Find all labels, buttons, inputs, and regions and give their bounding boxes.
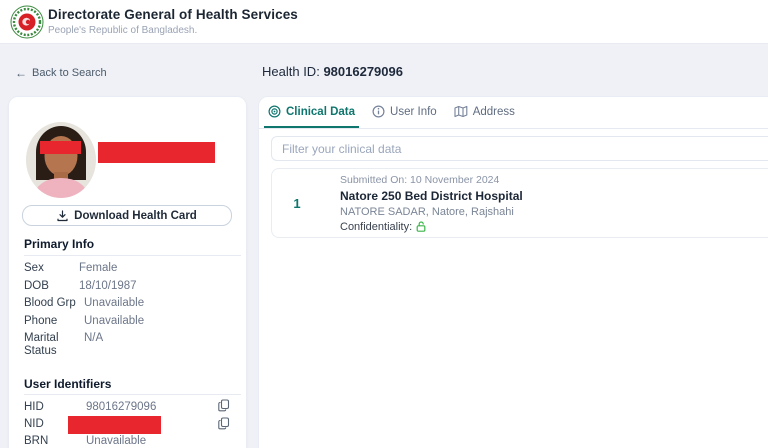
info-label: Blood Grp (24, 297, 82, 310)
target-icon (268, 105, 281, 118)
record-number: 1 (272, 196, 322, 211)
clinical-record-card[interactable]: 1 Submitted On: 10 November 2024 Natore … (271, 168, 768, 238)
page-subtitle: People's Republic of Bangladesh. (48, 25, 197, 36)
info-value: Unavailable (84, 315, 144, 328)
info-label: Sex (24, 262, 74, 275)
info-label: HID (24, 401, 74, 414)
info-value: Female (79, 262, 117, 275)
info-icon (372, 105, 385, 118)
record-confidentiality: Confidentiality: (340, 221, 523, 233)
confidentiality-label: Confidentiality: (340, 221, 412, 233)
tab-label: Address (473, 106, 515, 118)
back-arrow-icon: ← (15, 66, 27, 80)
info-label: Marital Status (24, 332, 70, 358)
copy-hid-button[interactable] (217, 399, 231, 413)
download-health-card-button[interactable]: Download Health Card (22, 205, 232, 226)
tab-user-info[interactable]: User Info (368, 97, 441, 128)
clinical-data-filter-input[interactable] (271, 136, 768, 161)
patient-photo (26, 122, 96, 198)
record-submitted-on: Submitted On: 10 November 2024 (340, 174, 523, 186)
record-facility-name: Natore 250 Bed District Hospital (340, 189, 523, 203)
main-content-panel: Clinical Data User Info Address 1 Submit… (258, 96, 768, 448)
info-row-marital-status: Marital Status N/A (24, 332, 239, 360)
download-icon (57, 210, 68, 222)
photo-redaction-bar (40, 141, 81, 154)
copy-icon (218, 417, 230, 430)
info-value: Unavailable (84, 297, 144, 310)
map-icon (454, 105, 468, 118)
health-id: Health ID: 98016279096 (262, 64, 403, 79)
back-to-search-link[interactable]: ← Back to Search (15, 66, 107, 80)
info-label: DOB (24, 280, 74, 293)
primary-info-title: Primary Info (24, 237, 94, 251)
tab-clinical-data[interactable]: Clinical Data (264, 97, 359, 128)
health-id-value: 98016279096 (323, 64, 403, 79)
divider (24, 394, 241, 395)
patient-name-redaction-bar (98, 142, 215, 163)
tab-address[interactable]: Address (450, 97, 519, 128)
info-value: Unavailable (86, 435, 146, 448)
info-label: Phone (24, 315, 74, 328)
info-value: 98016279096 (86, 401, 156, 414)
unlock-icon (416, 221, 426, 232)
copy-icon (218, 399, 230, 412)
health-id-label: Health ID: (262, 64, 320, 79)
nid-redaction-bar (68, 416, 161, 434)
app-header: Directorate General of Health Services P… (0, 0, 768, 44)
tab-label: Clinical Data (286, 106, 355, 118)
download-button-label: Download Health Card (74, 210, 197, 222)
info-label: BRN (24, 435, 74, 448)
info-label: NID (24, 418, 74, 431)
back-to-search-label: Back to Search (32, 67, 107, 79)
copy-nid-button[interactable] (217, 417, 231, 431)
info-value: N/A (84, 332, 103, 345)
divider (24, 255, 241, 256)
patient-sidebar: Download Health Card Primary Info Sex Fe… (8, 96, 247, 448)
dghs-logo-icon (10, 5, 44, 39)
record-details: Submitted On: 10 November 2024 Natore 25… (340, 174, 523, 233)
info-value: 18/10/1987 (79, 280, 137, 293)
tab-bar: Clinical Data User Info Address (259, 97, 768, 129)
record-location: NATORE SADAR, Natore, Rajshahi (340, 206, 523, 218)
tab-label: User Info (390, 106, 437, 118)
user-identifiers-title: User Identifiers (24, 377, 111, 391)
page-title: Directorate General of Health Services (48, 7, 298, 22)
